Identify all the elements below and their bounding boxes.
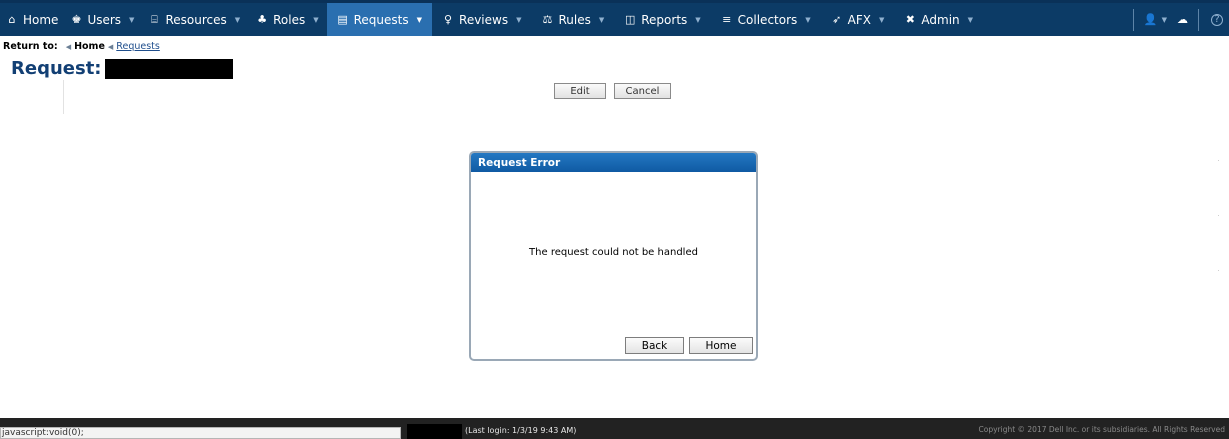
triangle-left-icon: ◀ [65,42,72,51]
nav-item-label: Reviews [459,12,509,27]
breadcrumb-return-label: Return to: [3,41,58,52]
nav-item-reports[interactable]: ◫ Reports ▼ [614,3,710,36]
page-title-text: Request: [11,58,102,79]
breadcrumb-home-link[interactable]: Home [74,41,105,52]
nav-item-label: Rules [558,12,591,27]
bank-icon: ⌸ [151,12,158,26]
nav-item-rules[interactable]: ⚖ Rules ▼ [531,3,614,36]
edge-mark [1218,160,1219,161]
nav-item-resources[interactable]: ⌸ Resources ▼ [140,3,248,36]
nav-item-label: AFX [847,12,872,27]
cloud-icon[interactable]: ☁ [1177,13,1188,26]
chevron-down-icon: ▼ [313,15,319,24]
cancel-button[interactable]: Cancel [614,83,671,99]
nav-item-label: Home [23,12,59,27]
edit-button[interactable]: Edit [554,83,606,99]
dialog-message: The request could not be handled [529,247,698,258]
chevron-down-icon: ▼ [416,15,423,24]
back-button[interactable]: Back [625,337,684,354]
nav-item-label: Reports [641,12,688,27]
nav-separator [1198,8,1199,31]
users-icon: ♚ [71,13,82,26]
hierarchy-icon: ♣ [257,13,268,26]
nav-right-tools: 👤 ▼ ☁ ? [1127,3,1229,36]
chevron-down-icon: ▼ [695,15,701,24]
status-bar-url: javascript:void(0); [0,427,401,439]
nav-item-collectors[interactable]: ≡ Collectors ▼ [711,3,821,36]
nav-item-users[interactable]: ♚ Users ▼ [64,3,140,36]
breadcrumb-requests-link[interactable]: Requests [116,41,160,52]
redacted-user-name [407,424,462,439]
nav-item-home[interactable]: ⌂ Home [0,3,64,36]
redacted-request-id [104,58,233,79]
help-icon[interactable]: ? [1211,13,1223,26]
breadcrumb: Return to: ◀ Home ◀ Requests [3,41,160,52]
chevron-down-icon: ▼ [598,15,605,24]
chevron-down-icon: ▼ [234,15,241,24]
nav-menu: ⌂ Home ♚ Users ▼ ⌸ Resources ▼ ♣ Roles ▼ ▤ Requests ▼… [0,3,983,36]
chevron-down-icon: ▼ [129,15,135,24]
chevron-down-icon: ▼ [516,15,522,24]
nav-item-label: Requests [353,12,409,27]
nav-item-reviews[interactable]: ♀ Reviews ▼ [432,3,531,36]
database-icon: ≡ [722,13,732,26]
chart-icon: ◫ [625,13,636,26]
scale-icon: ⚖ [542,13,553,26]
request-error-dialog: Request Error The request could not be h… [469,151,758,361]
triangle-left-icon: ◀ [107,42,114,51]
chevron-down-icon: ▼ [967,15,974,24]
clipboard-icon: ▤ [337,13,348,26]
user-icon[interactable]: 👤 [1144,13,1158,26]
nav-item-label: Users [87,12,122,27]
chevron-down-icon: ▼ [805,15,811,24]
page-title: Request: [11,58,233,79]
nav-item-label: Collectors [737,12,798,27]
top-navigation-bar: ⌂ Home ♚ Users ▼ ⌸ Resources ▼ ♣ Roles ▼ ▤ Requests ▼… [0,0,1229,36]
last-login-text: (Last login: 1/3/19 9:43 AM) [465,426,577,435]
edge-mark [1218,215,1219,216]
nav-item-label: Resources [165,12,227,27]
dialog-title: Request Error [471,153,756,172]
divider [63,80,64,114]
nav-item-requests[interactable]: ▤ Requests ▼ [326,3,433,36]
edge-mark [1218,270,1219,271]
nav-separator [1132,8,1134,31]
nav-item-label: Roles [273,12,306,27]
chevron-down-icon: ▼ [879,15,885,24]
rocket-icon: ➶ [832,13,842,26]
pin-icon: ♀ [443,13,453,26]
home-icon: ⌂ [8,13,16,26]
nav-item-roles[interactable]: ♣ Roles ▼ [248,3,327,36]
nav-item-admin[interactable]: ✖ Admin ▼ [894,3,983,36]
home-button[interactable]: Home [689,337,753,354]
chevron-down-icon[interactable]: ▼ [1162,16,1167,24]
nav-item-label: Admin [921,12,960,27]
copyright-text: Copyright © 2017 Dell Inc. or its subsid… [978,425,1226,434]
tools-icon: ✖ [905,13,916,26]
nav-item-afx[interactable]: ➶ AFX ▼ [821,3,895,36]
